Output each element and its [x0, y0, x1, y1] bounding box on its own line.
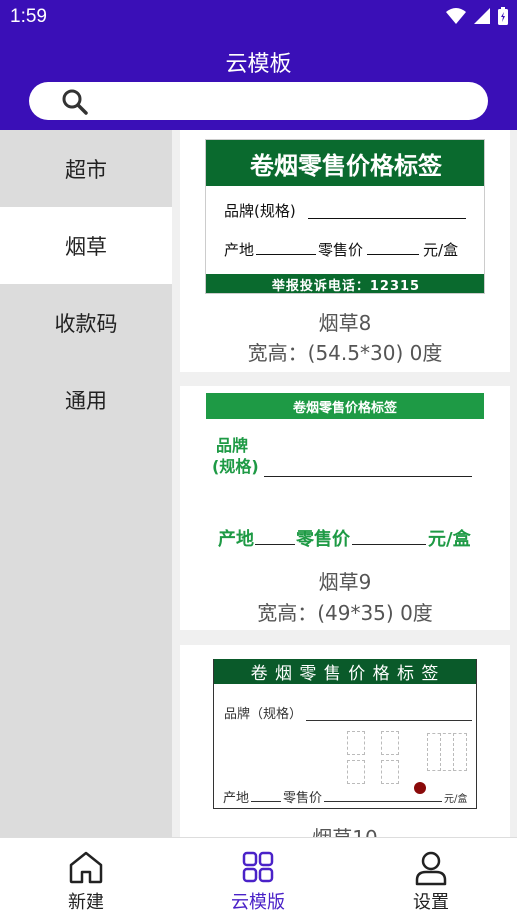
nav-item-new[interactable]: 新建 [0, 838, 172, 920]
template-dimensions: 宽高：(54.5*30) 0度 [247, 341, 443, 365]
label-price-text: 零售价 [283, 791, 323, 806]
search-icon[interactable] [61, 88, 89, 116]
sidebar-item-label: 收款码 [54, 311, 118, 336]
template-list: 卷烟零售价格标签 品牌(规格) 产地 零售价 元/盒 举报投诉电话：12315 烟草… [172, 130, 517, 837]
template-name: 烟草8 [318, 311, 372, 335]
grid-icon [242, 851, 274, 883]
label-title-bar: 卷烟零售价格标签 [206, 393, 484, 419]
nav-item-label: 新建 [68, 892, 104, 913]
battery-icon [498, 7, 508, 25]
template-name: 烟草10 [180, 822, 510, 837]
category-sidebar: 超市 烟草 收款码 通用 [0, 130, 172, 837]
wifi-icon [446, 8, 466, 24]
person-icon [415, 851, 447, 886]
status-icons [445, 6, 509, 26]
sidebar-item-supermarket[interactable]: 超市 [0, 130, 172, 207]
label-brand-underline [308, 218, 466, 219]
label-footer-bar: 举报投诉电话：12315 [206, 274, 484, 294]
label-price-line: 产地 零售价 元/盒 [218, 525, 471, 551]
label-unit-text: 元/盒 [423, 241, 459, 259]
label-origin-text: 产地 [224, 241, 255, 259]
signal-icon [474, 8, 490, 24]
nav-item-label: 设置 [413, 892, 449, 913]
label-brand-line: 品牌（规格） [224, 703, 302, 722]
template-card[interactable]: 卷烟零售价格标签 品牌 (规格) 产地 零售价 元/盒 烟草9 宽高：(49*35)… [180, 386, 510, 630]
nav-item-label: 云模版 [231, 892, 285, 913]
price-digit-placeholders [347, 731, 476, 789]
label-brand-underline [306, 720, 472, 721]
label-brand-line1: 品牌 [216, 436, 249, 455]
nav-item-settings[interactable]: 设置 [345, 838, 517, 920]
sidebar-item-label: 烟草 [65, 234, 107, 259]
label-brand-line: 品牌(规格) [224, 200, 296, 221]
label-price-text: 零售价 [296, 529, 350, 550]
label-brand-text: 品牌（规格） [224, 707, 303, 722]
template-card[interactable]: 卷 烟 零 售 价 格 标 签 品牌（规格） 产地 零售价 元/盒 烟草10 [180, 645, 510, 837]
label-brand-text: 品牌(规格) [224, 202, 296, 220]
label-price-text: 零售价 [318, 241, 364, 259]
template-card[interactable]: 卷烟零售价格标签 品牌(规格) 产地 零售价 元/盒 举报投诉电话：12315 烟草… [180, 130, 510, 372]
sidebar-item-label: 通用 [65, 388, 107, 413]
bottom-navigation: 新建 云模版 设置 [0, 837, 517, 920]
label-title-bar: 卷烟零售价格标签 [206, 140, 484, 186]
page-title: 云模板 [225, 52, 292, 77]
nav-item-cloud-templates[interactable]: 云模版 [172, 838, 344, 920]
template-name: 烟草9 [318, 570, 372, 594]
app-bar: 云模板 [0, 36, 517, 130]
template-preview: 卷烟零售价格标签 品牌 (规格) 产地 零售价 元/盒 [206, 393, 484, 559]
label-unit-text: 元/盒 [444, 794, 468, 805]
label-title-bar: 卷 烟 零 售 价 格 标 签 [214, 659, 476, 684]
sidebar-item-general[interactable]: 通用 [0, 361, 172, 438]
label-price-line: 产地 零售价 元/盒 [223, 787, 467, 806]
label-brand-line2: (规格) [212, 457, 259, 476]
sidebar-item-tobacco[interactable]: 烟草 [0, 207, 172, 284]
status-bar: 1:59 [0, 0, 517, 36]
label-origin-text: 产地 [223, 791, 250, 806]
template-preview: 卷烟零售价格标签 品牌(规格) 产地 零售价 元/盒 举报投诉电话：12315 [205, 139, 485, 294]
template-preview: 卷 烟 零 售 价 格 标 签 品牌（规格） 产地 零售价 元/盒 [213, 659, 477, 809]
sidebar-item-payment-code[interactable]: 收款码 [0, 284, 172, 361]
label-origin-text: 产地 [218, 529, 254, 550]
home-icon [69, 851, 103, 884]
search-bar[interactable] [29, 82, 488, 120]
label-brand-underline [264, 476, 472, 477]
label-unit-text: 元/盒 [428, 529, 471, 550]
sidebar-item-label: 超市 [65, 157, 107, 182]
label-title: 卷 烟 零 售 价 格 标 签 [250, 664, 440, 684]
label-title: 卷烟零售价格标签 [250, 151, 442, 180]
label-brand-text: 品牌 (规格) [212, 435, 259, 477]
template-dimensions: 宽高：(49*35) 0度 [257, 601, 433, 625]
status-time: 1:59 [10, 6, 47, 27]
label-footer-text: 举报投诉电话：12315 [271, 279, 421, 294]
label-title: 卷烟零售价格标签 [292, 400, 397, 416]
search-input[interactable] [99, 86, 469, 116]
label-price-line: 产地 零售价 元/盒 [224, 239, 458, 260]
